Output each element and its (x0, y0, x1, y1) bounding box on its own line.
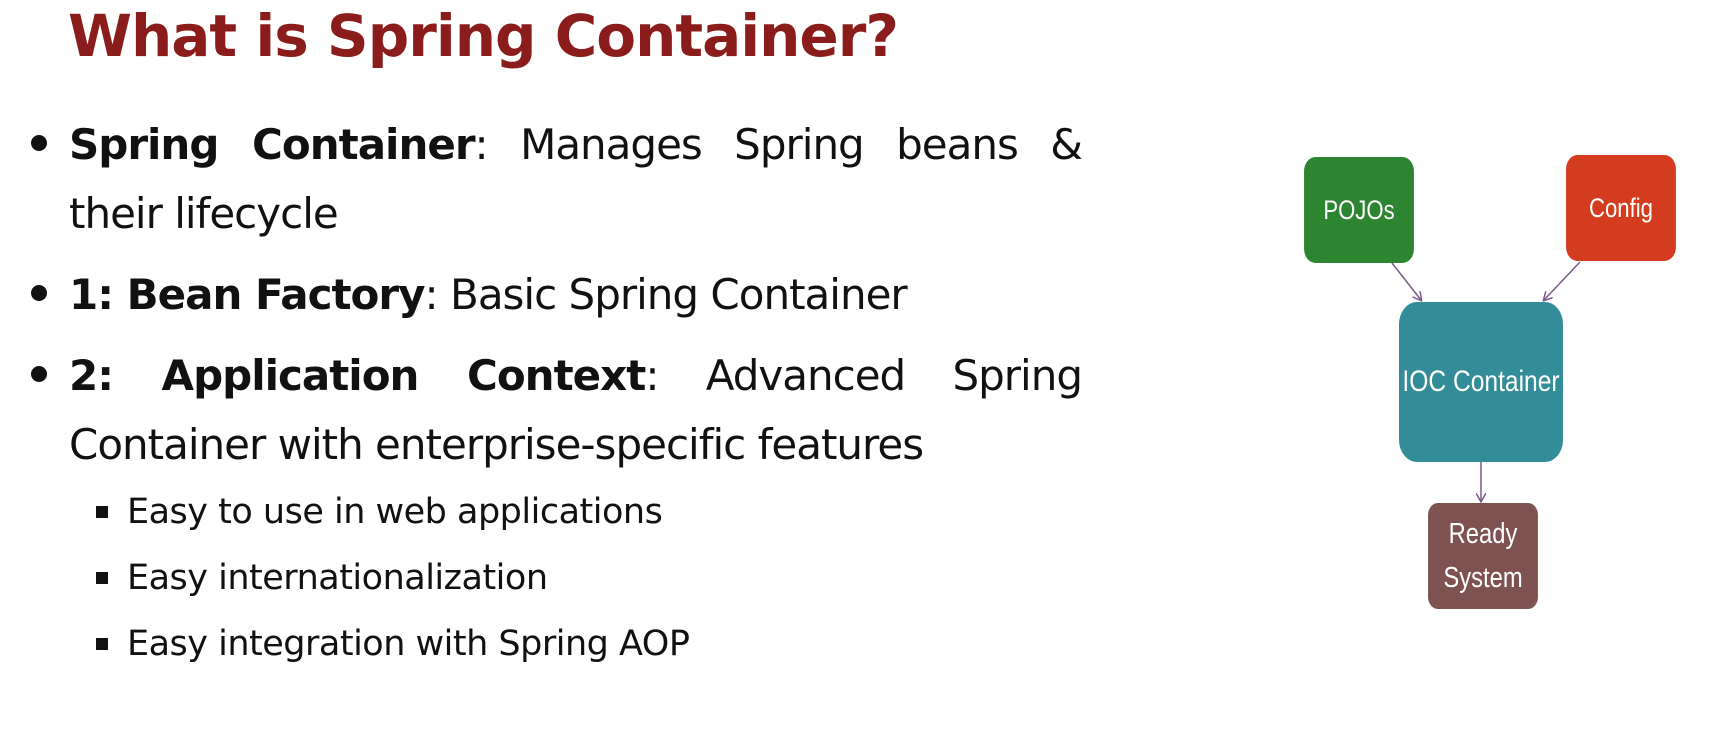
bullet-spring-container: Spring Container: Manages Spring beans &… (30, 110, 1083, 248)
node-pojos: POJOs (1304, 157, 1414, 263)
bullet-bean-factory: 1: Bean Factory: Basic Spring Container (30, 260, 1082, 329)
node-config: Config (1566, 155, 1676, 261)
bullet-description: : Basic Spring Container (424, 270, 908, 319)
bullet-application-context: 2: Application Context: Advanced Spring … (30, 341, 1083, 677)
square-bullet-icon (96, 506, 108, 518)
sub-bullet-text: Easy integration with Spring AOP (127, 624, 690, 664)
square-bullet-icon (96, 572, 108, 584)
bullet-term: 1: Bean Factory (69, 270, 425, 319)
bullet-term: 2: Application Context (69, 351, 646, 400)
node-ready-system: Ready System (1428, 503, 1538, 609)
bullet-term: Spring Container (69, 120, 476, 169)
sub-bullet-text: Easy internationalization (127, 558, 548, 598)
node-ioc-container: IOC Container (1399, 302, 1563, 462)
arrow-config-to-ioc (1544, 261, 1581, 300)
sub-bullet-item: Easy integration with Spring AOP (69, 611, 1082, 677)
square-bullet-icon (96, 638, 108, 650)
sub-bullet-item: Easy to use in web applications (69, 479, 1082, 545)
sub-bullet-item: Easy internationalization (69, 545, 1082, 611)
bullet-dot-icon (31, 366, 47, 382)
bullet-dot-icon (31, 135, 47, 151)
bullet-dot-icon (31, 285, 47, 301)
sub-bullet-list: Easy to use in web applications Easy int… (69, 479, 1082, 677)
arrow-pojos-to-ioc (1391, 262, 1421, 300)
sub-bullet-text: Easy to use in web applications (127, 492, 663, 532)
ioc-diagram: POJOs Config IOC Container Ready System (1240, 130, 1720, 630)
slide-title: What is Spring Container? (68, 2, 899, 70)
bullet-list: Spring Container: Manages Spring beans &… (30, 110, 1083, 689)
